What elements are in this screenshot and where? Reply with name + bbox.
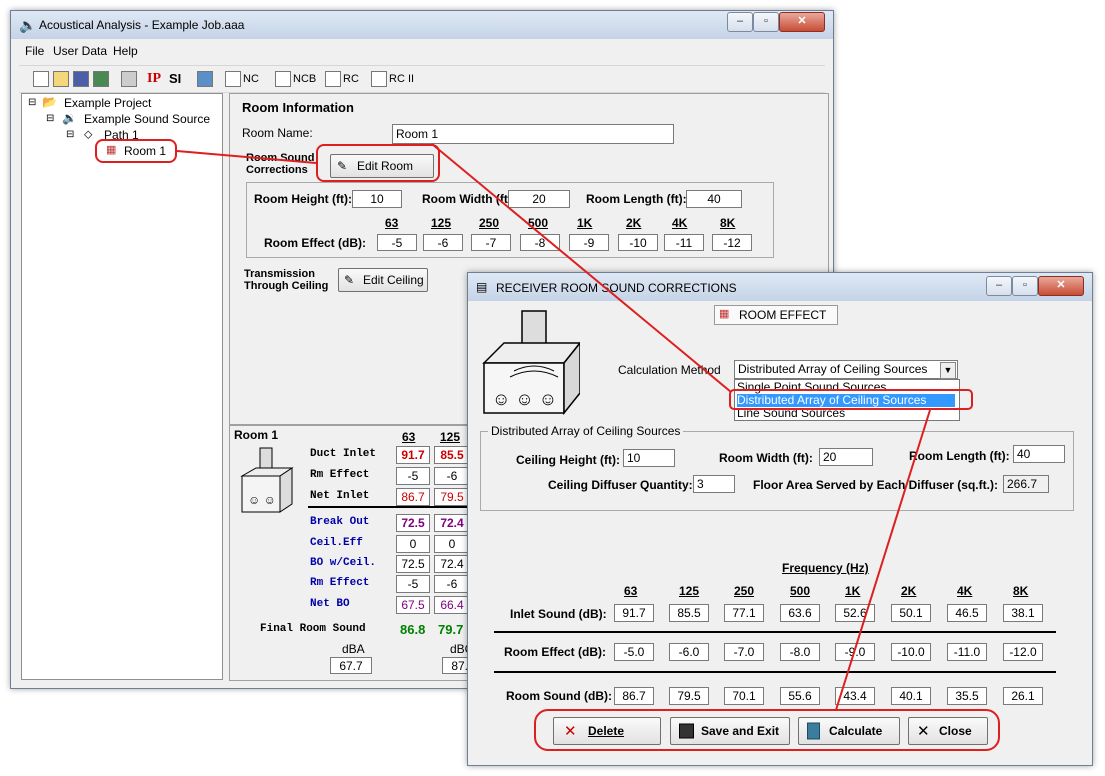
annotation-lines	[176, 143, 931, 711]
